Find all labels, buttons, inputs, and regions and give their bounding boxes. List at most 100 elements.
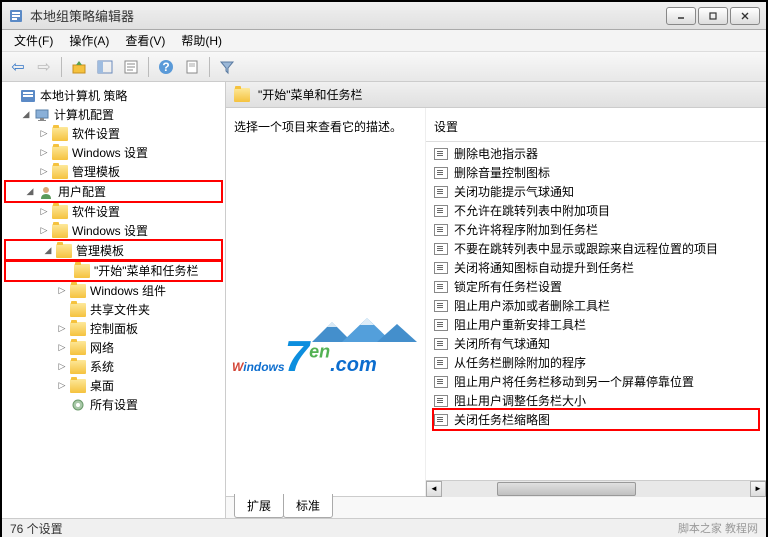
menu-file[interactable]: 文件(F) <box>6 30 61 51</box>
expand-icon[interactable]: ◢ <box>42 245 54 257</box>
export-button[interactable] <box>180 55 204 79</box>
tree-item[interactable]: ▷ 管理模板 <box>2 162 225 181</box>
tab-standard[interactable]: 标准 <box>283 494 333 518</box>
expand-icon[interactable]: ◢ <box>20 109 32 121</box>
setting-item[interactable]: 关闭所有气球通知 <box>426 334 766 353</box>
scroll-thumb[interactable] <box>497 482 636 496</box>
setting-item[interactable]: 锁定所有任务栏设置 <box>426 277 766 296</box>
tree-item[interactable]: ▷ 软件设置 <box>2 202 225 221</box>
setting-item[interactable]: 阻止用户添加或者删除工具栏 <box>426 296 766 315</box>
up-button[interactable] <box>67 55 91 79</box>
settings-header[interactable]: 设置 <box>426 108 766 142</box>
spacer <box>56 304 68 316</box>
setting-item[interactable]: 不要在跳转列表中显示或跟踪来自远程位置的项目 <box>426 239 766 258</box>
main-area: 本地计算机 策略 ◢ 计算机配置 ▷ 软件设置 ▷ Windows 设置 ▷ 管… <box>2 82 766 518</box>
menubar: 文件(F) 操作(A) 查看(V) 帮助(H) <box>2 30 766 52</box>
tree-label: 计算机配置 <box>54 106 114 123</box>
folder-icon <box>234 88 250 102</box>
tree-label: 用户配置 <box>58 183 106 200</box>
expand-icon[interactable]: ▷ <box>56 342 68 354</box>
tree-item[interactable]: 所有设置 <box>2 395 225 414</box>
scroll-left-button[interactable]: ◄ <box>426 481 442 497</box>
setting-label: 删除音量控制图标 <box>454 164 550 181</box>
folder-icon <box>52 146 68 160</box>
tree-label: 桌面 <box>90 377 114 394</box>
tree-item[interactable]: ▷ Windows 设置 <box>2 143 225 162</box>
horizontal-scrollbar[interactable]: ◄ ► <box>426 480 766 496</box>
tree-item[interactable]: 共享文件夹 <box>2 300 225 319</box>
tree-computer-config[interactable]: ◢ 计算机配置 <box>2 105 225 124</box>
tree-label: Windows 设置 <box>72 222 148 239</box>
setting-label: 关闭功能提示气球通知 <box>454 183 574 200</box>
tree-item[interactable]: ▷ Windows 组件 <box>2 281 225 300</box>
setting-item[interactable]: 关闭任务栏缩略图 <box>434 410 758 429</box>
tree-item[interactable]: ▷ 网络 <box>2 338 225 357</box>
tree-label: 所有设置 <box>90 396 138 413</box>
setting-label: 不允许将程序附加到任务栏 <box>454 221 598 238</box>
tree-item[interactable]: ▷ 桌面 <box>2 376 225 395</box>
window-buttons <box>666 7 760 25</box>
tree-label: Windows 设置 <box>72 144 148 161</box>
tree-user-config[interactable]: ◢ 用户配置 <box>6 182 221 201</box>
collapse-icon[interactable] <box>6 90 18 102</box>
folder-icon <box>70 341 86 355</box>
expand-icon[interactable]: ▷ <box>56 380 68 392</box>
setting-label: 阻止用户重新安排工具栏 <box>454 316 586 333</box>
setting-item[interactable]: 不允许在跳转列表中附加项目 <box>426 201 766 220</box>
back-button[interactable]: ⇦ <box>6 55 30 79</box>
menu-view[interactable]: 查看(V) <box>117 30 173 51</box>
policy-setting-icon <box>434 205 448 217</box>
settings-column: 设置 删除电池指示器删除音量控制图标关闭功能提示气球通知不允许在跳转列表中附加项… <box>426 108 766 496</box>
setting-item[interactable]: 不允许将程序附加到任务栏 <box>426 220 766 239</box>
setting-item[interactable]: 阻止用户重新安排工具栏 <box>426 315 766 334</box>
folder-icon <box>74 264 90 278</box>
statusbar: 76 个设置 脚本之家 教程网 <box>2 518 766 537</box>
forward-button[interactable]: ⇨ <box>32 55 56 79</box>
tree-panel[interactable]: 本地计算机 策略 ◢ 计算机配置 ▷ 软件设置 ▷ Windows 设置 ▷ 管… <box>2 82 226 518</box>
expand-icon[interactable]: ▷ <box>56 361 68 373</box>
setting-label: 阻止用户将任务栏移动到另一个屏幕停靠位置 <box>454 373 694 390</box>
expand-icon[interactable]: ▷ <box>56 285 68 297</box>
expand-icon[interactable]: ▷ <box>38 128 50 140</box>
setting-item[interactable]: 删除电池指示器 <box>426 144 766 163</box>
tree-item[interactable]: ▷ 软件设置 <box>2 124 225 143</box>
setting-item[interactable]: 阻止用户调整任务栏大小 <box>426 391 766 410</box>
policy-setting-icon <box>434 300 448 312</box>
menu-help[interactable]: 帮助(H) <box>173 30 230 51</box>
scroll-track[interactable] <box>442 481 750 497</box>
policy-setting-icon <box>434 281 448 293</box>
show-hide-tree-button[interactable] <box>93 55 117 79</box>
spacer <box>60 265 72 277</box>
tree-item[interactable]: ▷ Windows 设置 <box>2 221 225 240</box>
tree-root[interactable]: 本地计算机 策略 <box>2 86 225 105</box>
expand-icon[interactable]: ◢ <box>24 186 36 198</box>
tab-extended[interactable]: 扩展 <box>234 494 284 518</box>
setting-item[interactable]: 阻止用户将任务栏移动到另一个屏幕停靠位置 <box>426 372 766 391</box>
close-button[interactable] <box>730 7 760 25</box>
properties-button[interactable] <box>119 55 143 79</box>
tree-item[interactable]: ▷ 控制面板 <box>2 319 225 338</box>
maximize-button[interactable] <box>698 7 728 25</box>
setting-item[interactable]: 关闭将通知图标自动提升到任务栏 <box>426 258 766 277</box>
tree-start-taskbar[interactable]: "开始"菜单和任务栏 <box>6 261 221 280</box>
scroll-right-button[interactable]: ► <box>750 481 766 497</box>
expand-icon[interactable]: ▷ <box>38 166 50 178</box>
help-button[interactable]: ? <box>154 55 178 79</box>
expand-icon[interactable]: ▷ <box>38 225 50 237</box>
minimize-button[interactable] <box>666 7 696 25</box>
setting-item[interactable]: 关闭功能提示气球通知 <box>426 182 766 201</box>
tree-admin-templates[interactable]: ◢ 管理模板 <box>6 241 221 260</box>
policy-setting-icon <box>434 148 448 160</box>
expand-icon[interactable]: ▷ <box>38 147 50 159</box>
expand-icon[interactable]: ▷ <box>38 206 50 218</box>
setting-item[interactable]: 从任务栏删除附加的程序 <box>426 353 766 372</box>
expand-icon[interactable]: ▷ <box>56 323 68 335</box>
folder-icon <box>70 360 86 374</box>
tree-item[interactable]: ▷ 系统 <box>2 357 225 376</box>
setting-label: 关闭任务栏缩略图 <box>454 411 550 428</box>
setting-item[interactable]: 删除音量控制图标 <box>426 163 766 182</box>
settings-list[interactable]: 删除电池指示器删除音量控制图标关闭功能提示气球通知不允许在跳转列表中附加项目不允… <box>426 142 766 480</box>
filter-button[interactable] <box>215 55 239 79</box>
policy-setting-icon <box>434 414 448 426</box>
menu-action[interactable]: 操作(A) <box>61 30 117 51</box>
